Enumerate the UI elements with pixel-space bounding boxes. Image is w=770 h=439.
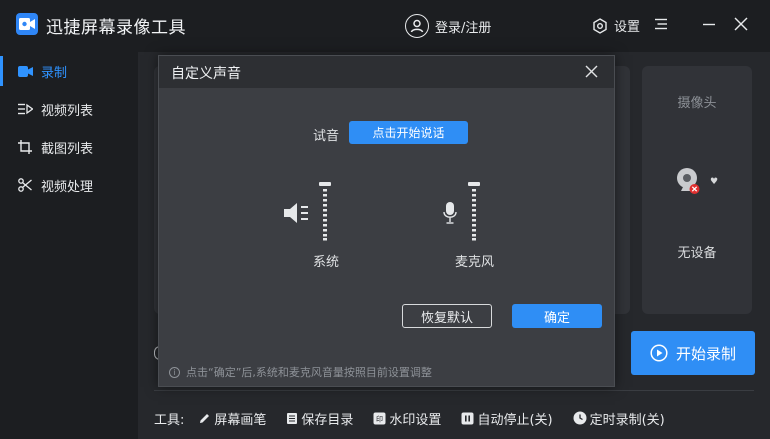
minimize-button[interactable] xyxy=(702,17,716,35)
dialog-header: 自定义声音 xyxy=(159,56,614,88)
tool-label: 保存目录 xyxy=(301,412,354,428)
camera-dropdown-icon[interactable]: ♥ xyxy=(710,177,718,187)
menu-button[interactable] xyxy=(654,17,668,35)
close-window-button[interactable] xyxy=(734,17,748,35)
webcam-disconnected-icon[interactable] xyxy=(675,166,705,198)
tool-label: 屏幕画笔 xyxy=(214,412,267,428)
camera-status: 无设备 xyxy=(677,246,717,261)
sidebar-item-video-tools[interactable]: 视频处理 xyxy=(0,166,138,204)
login-register-button[interactable]: 登录/注册 xyxy=(405,13,491,39)
gear-icon xyxy=(593,17,607,34)
start-recording-button[interactable]: 开始录制 xyxy=(631,331,755,375)
start-speaking-button[interactable]: 点击开始说话 xyxy=(349,121,468,144)
dialog-note: i 点击“确定”后,系统和麦克风音量按照目前设置调整 xyxy=(169,364,432,380)
restore-defaults-button[interactable]: 恢复默认 xyxy=(402,304,492,328)
pen-icon xyxy=(200,413,210,423)
dialog-close-button[interactable] xyxy=(585,65,598,82)
dialog-note-text: 点击“确定”后,系统和麦克风音量按照目前设置调整 xyxy=(186,366,432,379)
video-list-icon xyxy=(17,101,33,117)
system-volume-label: 系统 xyxy=(313,255,340,270)
watermark-icon: 印 xyxy=(373,412,386,424)
title-bar: 迅捷屏幕录像工具 登录/注册 设置 xyxy=(0,0,770,52)
login-label: 登录/注册 xyxy=(435,20,492,36)
auto-stop-button[interactable]: 自动停止(关) xyxy=(461,409,553,428)
minimize-icon xyxy=(703,23,715,26)
confirm-button[interactable]: 确定 xyxy=(512,304,602,328)
sidebar-item-screenshot-list[interactable]: 截图列表 xyxy=(0,128,138,166)
close-icon xyxy=(734,17,748,31)
sidebar-item-label: 视频列表 xyxy=(41,103,94,119)
user-avatar-icon xyxy=(405,14,429,38)
microphone-volume-label: 麦克风 xyxy=(455,255,495,270)
screen-pen-button[interactable]: 屏幕画笔 xyxy=(198,409,266,428)
microphone-icon xyxy=(443,202,457,224)
tools-bar: 工具: 屏幕画笔 保存目录 印 水印设置 自动停止(关) 定时录制(关) xyxy=(154,404,685,432)
pause-icon xyxy=(461,412,474,424)
info-icon: i xyxy=(169,366,180,378)
sound-test-label: 试音 xyxy=(313,129,340,144)
tool-label: 自动停止(关) xyxy=(477,412,553,428)
system-volume-slider[interactable] xyxy=(317,182,333,242)
sidebar-item-label: 录制 xyxy=(41,65,68,81)
microphone-volume-slider[interactable] xyxy=(466,182,482,242)
scheduled-recording-button[interactable]: 定时录制(关) xyxy=(573,409,665,428)
video-camera-icon xyxy=(17,63,33,79)
folder-icon xyxy=(287,412,298,424)
tool-label: 水印设置 xyxy=(389,412,442,428)
tools-label: 工具: xyxy=(154,412,185,428)
speaker-icon xyxy=(284,203,308,223)
sidebar-item-record[interactable]: 录制 xyxy=(0,52,138,90)
sidebar-item-label: 截图列表 xyxy=(41,141,94,157)
app-title: 迅捷屏幕录像工具 xyxy=(46,18,186,38)
custom-sound-dialog: 自定义声音 试音 点击开始说话 系统 麦克风 恢复默认 确定 i 点击“确定”后… xyxy=(158,55,615,387)
dialog-title: 自定义声音 xyxy=(171,66,241,82)
menu-icon xyxy=(655,18,667,30)
watermark-settings-button[interactable]: 印 水印设置 xyxy=(373,409,441,428)
settings-button[interactable]: 设置 xyxy=(592,16,640,35)
screenshot-list-icon xyxy=(17,139,33,155)
sidebar-item-video-list[interactable]: 视频列表 xyxy=(0,90,138,128)
video-tools-icon xyxy=(17,177,33,193)
camera-panel: 摄像头 ♥ 无设备 xyxy=(642,66,752,314)
sidebar: 录制 视频列表 截图列表 视频处理 xyxy=(0,52,138,439)
save-directory-button[interactable]: 保存目录 xyxy=(286,409,353,428)
close-icon xyxy=(585,65,598,78)
divider xyxy=(154,390,754,391)
clock-icon xyxy=(573,411,587,425)
camera-title: 摄像头 xyxy=(677,96,717,111)
settings-label: 设置 xyxy=(614,20,641,35)
sidebar-item-label: 视频处理 xyxy=(41,179,94,195)
svg-text:印: 印 xyxy=(376,415,383,423)
start-recording-label: 开始录制 xyxy=(675,344,736,363)
app-logo-icon xyxy=(16,13,38,35)
play-icon xyxy=(650,344,668,362)
tool-label: 定时录制(关) xyxy=(589,412,665,428)
